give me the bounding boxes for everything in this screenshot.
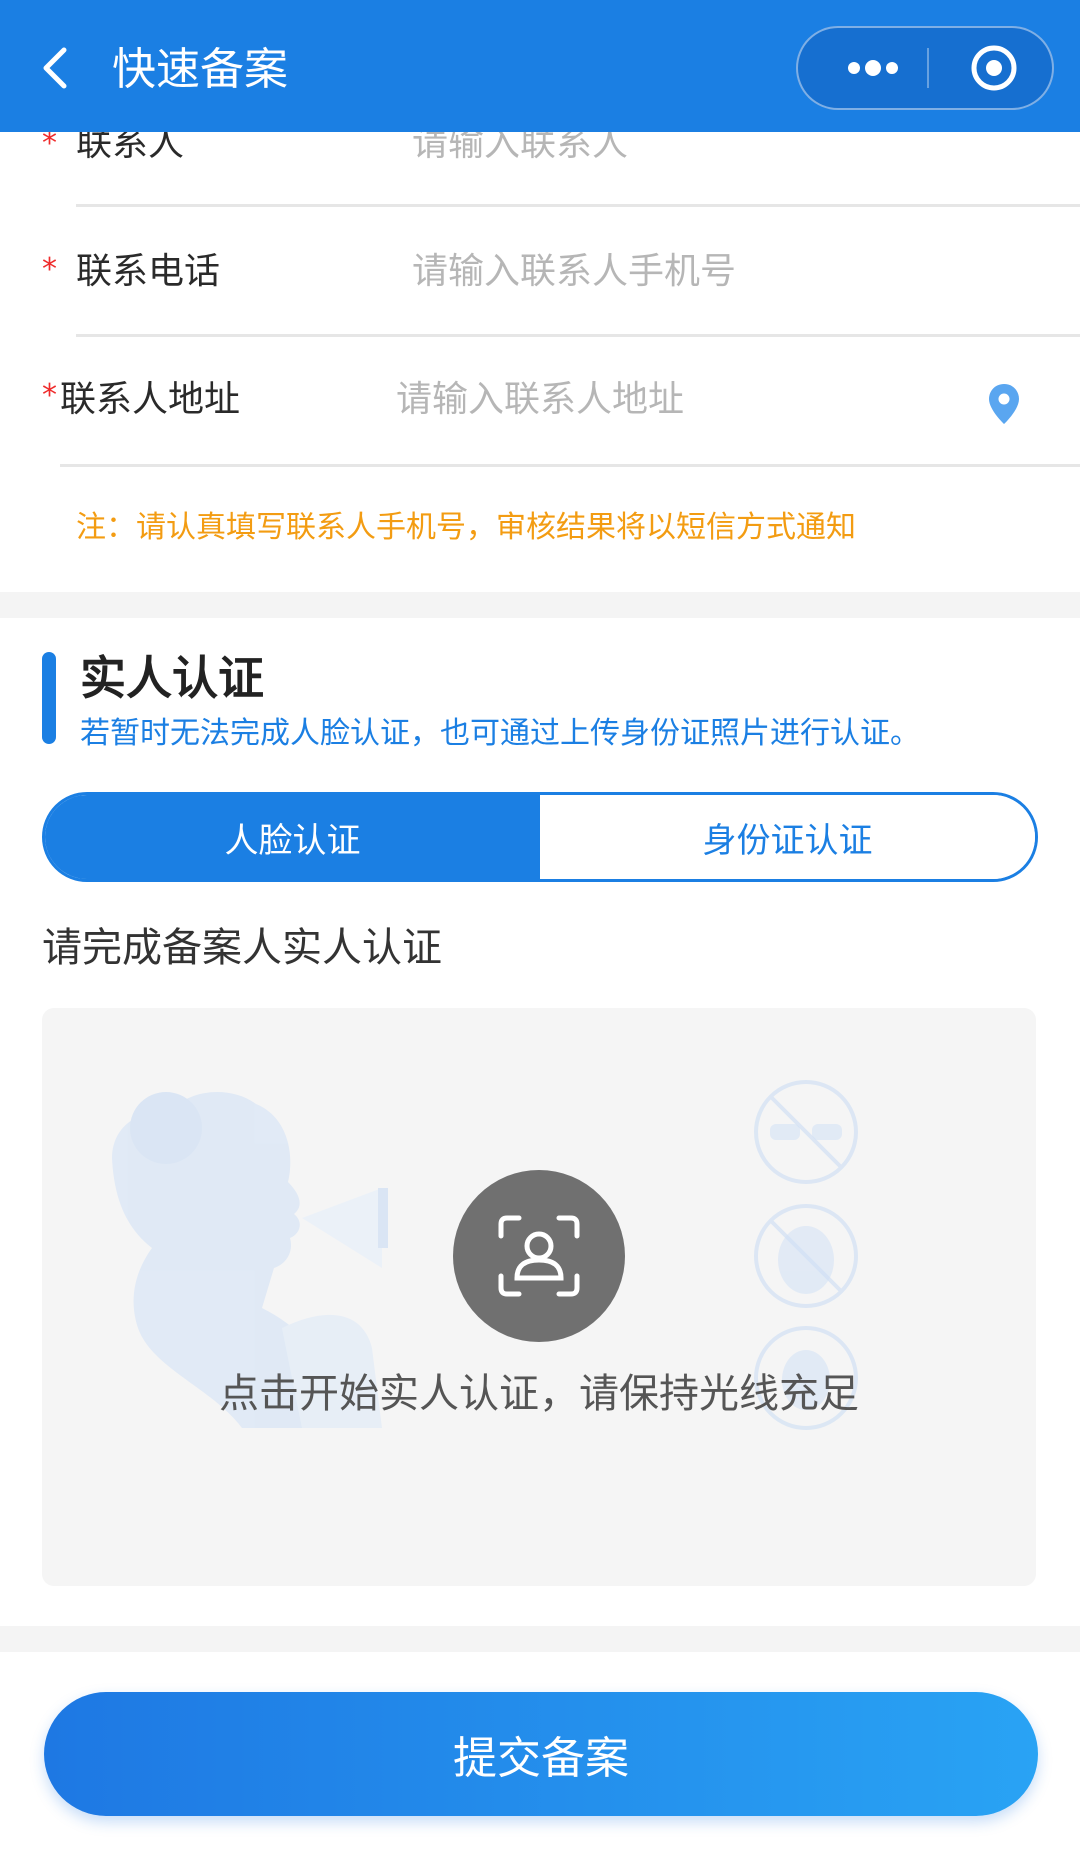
contact-phone-label: 联系电话 <box>76 251 221 292</box>
phone-note: 注：请认真填写联系人手机号，审核结果将以短信方式通知 <box>76 510 856 545</box>
page-title: 快速备案 <box>112 44 288 95</box>
section-title: 实人认证 <box>80 651 264 705</box>
row-divider <box>76 204 1080 207</box>
target-circle-icon <box>971 45 1017 91</box>
section-accent-bar <box>42 652 56 744</box>
chevron-left-icon <box>43 47 67 89</box>
required-mark: * <box>42 252 57 287</box>
start-face-scan-button[interactable] <box>453 1170 625 1342</box>
submit-filing-button[interactable]: 提交备案 <box>44 1692 1038 1816</box>
section-gap <box>0 1626 1080 1652</box>
face-scan-hint: 点击开始实人认证，请保持光线充足 <box>219 1371 859 1417</box>
contact-address-input[interactable] <box>396 378 956 422</box>
back-button[interactable] <box>36 44 76 92</box>
verification-tabs: 人脸认证 身份证认证 <box>42 792 1038 882</box>
verification-prompt: 请完成备案人实人认证 <box>42 925 442 971</box>
row-divider <box>76 334 1080 337</box>
row-divider <box>60 464 1080 467</box>
required-mark: * <box>42 378 57 413</box>
face-verification-panel[interactable]: 点击开始实人认证，请保持光线充足 <box>42 1008 1036 1586</box>
location-button[interactable] <box>986 382 1022 426</box>
mini-program-capsule <box>796 26 1054 110</box>
navigation-bar: 快速备案 <box>0 0 1080 132</box>
more-dots-icon <box>848 60 898 76</box>
face-scan-icon <box>498 1215 580 1297</box>
capsule-divider <box>927 48 929 88</box>
section-subtitle: 若暂时无法完成人脸认证，也可通过上传身份证照片进行认证。 <box>80 716 920 751</box>
close-mini-program-button[interactable] <box>968 42 1020 94</box>
contact-address-label: 联系人地址 <box>60 379 241 420</box>
tab-id-card-verification[interactable]: 身份证认证 <box>540 795 1035 879</box>
more-button[interactable] <box>828 28 918 108</box>
tab-face-verification[interactable]: 人脸认证 <box>45 795 540 879</box>
contact-phone-input[interactable] <box>412 250 972 294</box>
section-gap <box>0 592 1080 618</box>
contact-phone-row: * 联系电话 <box>0 230 1080 360</box>
contact-address-row: * 联系人地址 <box>0 360 1080 490</box>
location-pin-icon <box>989 384 1019 424</box>
